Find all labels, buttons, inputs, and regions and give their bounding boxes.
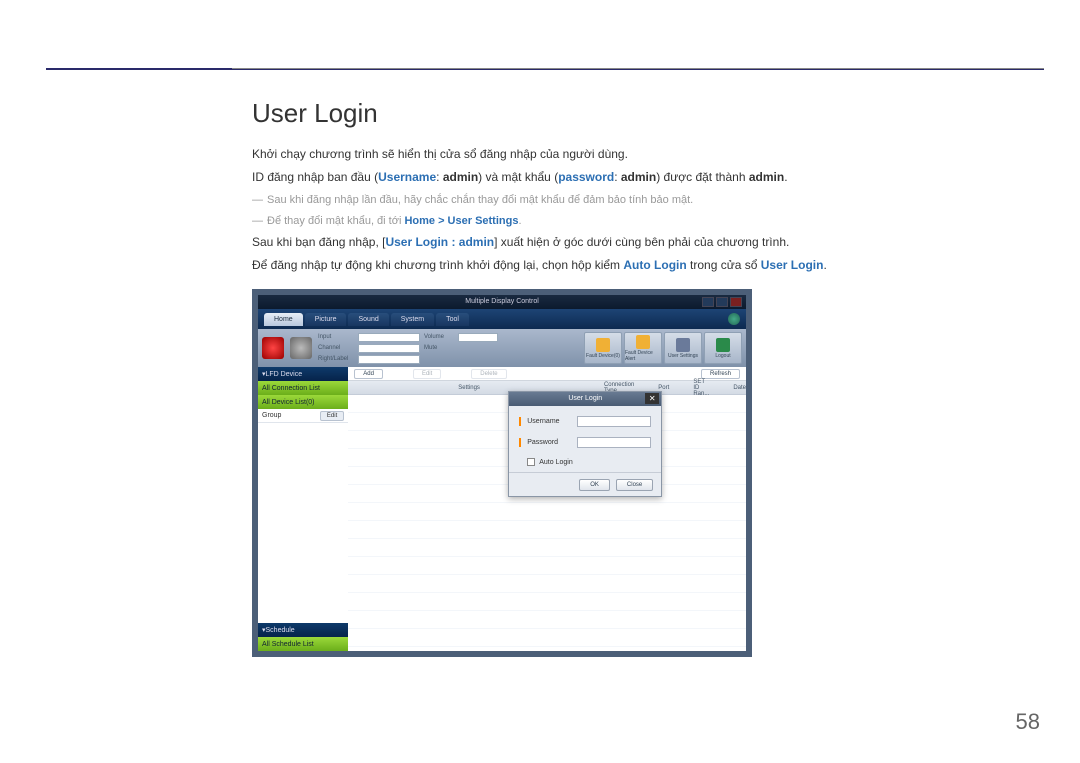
app-window: Multiple Display Control Home Picture So… xyxy=(258,295,746,651)
channel-select[interactable] xyxy=(358,344,420,353)
password-value: admin xyxy=(621,170,656,184)
app-menu-bar: Home Picture Sound System Tool xyxy=(258,309,746,329)
auto-login-checkbox[interactable] xyxy=(527,458,535,466)
username-input[interactable] xyxy=(577,416,651,427)
col-settings: Settings xyxy=(458,385,480,391)
login-dialog-footer: OK Close xyxy=(509,472,661,496)
username-field-label: Username xyxy=(527,418,571,425)
user-login-ref: User Login xyxy=(761,258,824,272)
tab-tool[interactable]: Tool xyxy=(436,313,469,326)
logout-button[interactable]: Logout xyxy=(704,332,742,364)
app-screenshot: Multiple Display Control Home Picture So… xyxy=(252,289,752,657)
login-close-button-2[interactable]: Close xyxy=(616,479,653,491)
sidebar-schedule-header[interactable]: ▾ Schedule xyxy=(258,623,348,637)
sidebar-item-schedule-list[interactable]: All Schedule List xyxy=(258,637,348,651)
maximize-button[interactable] xyxy=(716,297,728,307)
group-edit-button[interactable]: Edit xyxy=(320,411,344,421)
tab-sound[interactable]: Sound xyxy=(348,313,388,326)
note-2: ―Để thay đổi mật khẩu, đi tới Home > Use… xyxy=(252,212,1032,231)
power-off-icon[interactable] xyxy=(290,337,312,359)
rightlabel-label: Right/Label xyxy=(318,356,354,362)
col-port: Port xyxy=(658,385,669,391)
warning-icon xyxy=(636,335,650,349)
auto-login-ref: Auto Login xyxy=(623,258,686,272)
volume-field[interactable] xyxy=(458,333,498,342)
sidebar-lfd-header[interactable]: ▾ LFD Device xyxy=(258,367,348,381)
volume-label: Volume xyxy=(424,334,454,340)
sidebar-item-connection-list[interactable]: All Connection List xyxy=(258,381,348,395)
tab-picture[interactable]: Picture xyxy=(305,313,347,326)
intro-paragraph-2: ID đăng nhập ban đầu (Username: admin) v… xyxy=(252,168,1032,187)
app-title: Multiple Display Control xyxy=(465,298,539,305)
rightlabel-select[interactable] xyxy=(358,355,420,364)
note-1: ―Sau khi đăng nhập lần đầu, hãy chắc chắ… xyxy=(252,191,1032,210)
refresh-button[interactable]: Refresh xyxy=(701,369,740,379)
main-toolbar: Add Edit Delete Refresh xyxy=(348,367,746,381)
app-toolbar: Input Volume Channel Mute Right/Label Faul… xyxy=(258,329,746,367)
password-field-label: Password xyxy=(527,439,571,446)
col-setid: SET ID Ran... xyxy=(693,379,709,397)
sidebar-item-device-list[interactable]: All Device List(0) xyxy=(258,395,348,409)
password-input[interactable] xyxy=(577,437,651,448)
add-button[interactable]: Add xyxy=(354,369,383,379)
sidebar-group-row: Group Edit xyxy=(258,409,348,423)
nav-path: Home > User Settings xyxy=(404,215,518,227)
sidebar: ▾ LFD Device All Connection List All Dev… xyxy=(258,367,348,651)
login-dialog: User Login ✕ Username Password xyxy=(508,391,662,497)
input-select[interactable] xyxy=(358,333,420,342)
close-button[interactable] xyxy=(730,297,742,307)
main-panel: Add Edit Delete Refresh Settings Connect… xyxy=(348,367,746,651)
bullet-icon xyxy=(519,438,521,447)
channel-label: Channel xyxy=(318,345,354,351)
login-dialog-body: Username Password Auto Login xyxy=(509,406,661,472)
toolbar-form: Input Volume Channel Mute Right/Label xyxy=(318,333,498,364)
username-value: admin xyxy=(443,170,478,184)
warning-icon xyxy=(596,338,610,352)
col-date: Date xyxy=(733,385,746,391)
tab-system[interactable]: System xyxy=(391,313,434,326)
username-label: Username xyxy=(378,170,436,184)
fault-alert-button[interactable]: Fault Device Alert xyxy=(624,332,662,364)
fault-device-button[interactable]: Fault Device(0) xyxy=(584,332,622,364)
edit-button[interactable]: Edit xyxy=(413,369,441,379)
login-ok-button[interactable]: OK xyxy=(579,479,610,491)
power-on-icon[interactable] xyxy=(262,337,284,359)
intro-paragraph-1: Khởi chạy chương trình sẽ hiển thị cửa s… xyxy=(252,145,1032,164)
intro-paragraph-3: Sau khi bạn đăng nhập, [User Login : adm… xyxy=(252,233,1032,252)
login-dialog-title: User Login ✕ xyxy=(509,392,661,406)
auto-login-row: Auto Login xyxy=(527,458,651,466)
door-icon xyxy=(716,338,730,352)
input-label: Input xyxy=(318,334,354,340)
window-buttons xyxy=(702,297,742,307)
content-area: User Login Khởi chạy chương trình sẽ hiể… xyxy=(252,98,1032,657)
app-body: ▾ LFD Device All Connection List All Dev… xyxy=(258,367,746,651)
mute-label: Mute xyxy=(424,345,454,351)
password-label: password xyxy=(558,170,614,184)
password-row: Password xyxy=(519,437,651,448)
users-icon xyxy=(676,338,690,352)
username-row: Username xyxy=(519,416,651,427)
tab-home[interactable]: Home xyxy=(264,313,303,326)
sidebar-spacer xyxy=(258,423,348,623)
help-icon[interactable] xyxy=(728,313,740,325)
auto-login-label: Auto Login xyxy=(539,459,572,466)
login-status-text: User Login : admin xyxy=(385,235,494,249)
app-titlebar: Multiple Display Control xyxy=(258,295,746,309)
page-number: 58 xyxy=(1016,709,1040,735)
bullet-icon xyxy=(519,417,521,426)
user-settings-button[interactable]: User Settings xyxy=(664,332,702,364)
page-title: User Login xyxy=(252,98,1032,129)
login-close-button[interactable]: ✕ xyxy=(645,393,659,404)
toolbar-icons: Fault Device(0) Fault Device Alert User … xyxy=(584,332,742,364)
minimize-button[interactable] xyxy=(702,297,714,307)
intro-paragraph-4: Để đăng nhập tự động khi chương trình kh… xyxy=(252,256,1032,275)
group-label: Group xyxy=(262,412,281,419)
delete-button[interactable]: Delete xyxy=(471,369,506,379)
page-rule-thin xyxy=(232,68,1044,69)
